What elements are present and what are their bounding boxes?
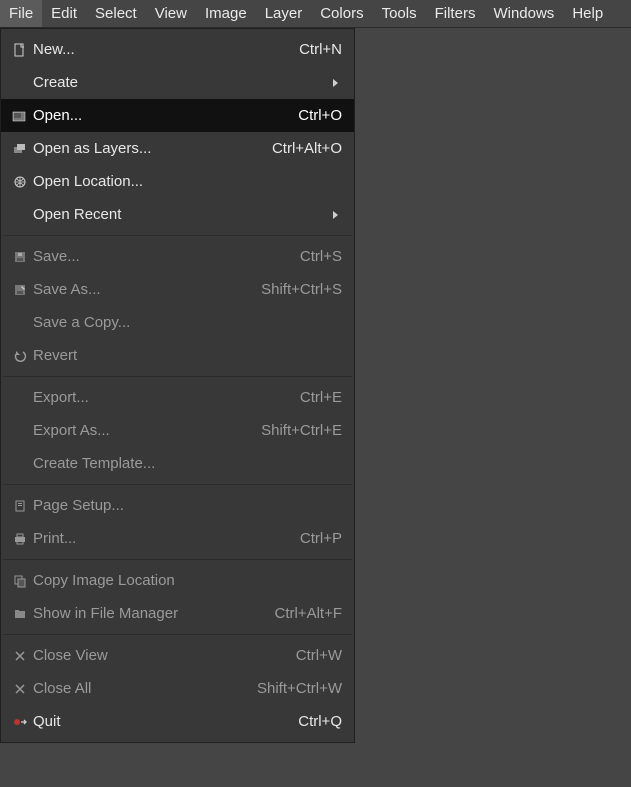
quit-icon (9, 715, 31, 729)
menubar-image[interactable]: Image (196, 0, 256, 27)
menubar-help[interactable]: Help (563, 0, 612, 27)
globe-icon (9, 175, 31, 189)
menu-separator (3, 235, 352, 236)
menu-item-label: Create Template... (31, 455, 342, 472)
copy-icon (9, 574, 31, 588)
menu-item-shortcut: Ctrl+N (299, 41, 342, 58)
close-icon (9, 650, 31, 662)
menu-item-create[interactable]: Create (1, 66, 354, 99)
menu-item-quit[interactable]: Quit Ctrl+Q (1, 705, 354, 738)
menu-item-export[interactable]: Export... Ctrl+E (1, 381, 354, 414)
submenu-arrow-icon (332, 78, 342, 88)
menu-item-shortcut: Ctrl+Alt+O (272, 140, 342, 157)
menu-item-label: Copy Image Location (31, 572, 342, 589)
menu-item-label: Show in File Manager (31, 605, 274, 622)
print-icon (9, 532, 31, 546)
menu-item-show-in-file-manager[interactable]: Show in File Manager Ctrl+Alt+F (1, 597, 354, 630)
menu-item-close-all[interactable]: Close All Shift+Ctrl+W (1, 672, 354, 705)
menu-item-label: Create (31, 74, 332, 91)
menu-item-page-setup[interactable]: Page Setup... (1, 489, 354, 522)
menu-item-label: Print... (31, 530, 300, 547)
menu-item-copy-image-location[interactable]: Copy Image Location (1, 564, 354, 597)
menu-item-label: Export... (31, 389, 300, 406)
menu-item-save-as[interactable]: Save As... Shift+Ctrl+S (1, 273, 354, 306)
menubar-colors[interactable]: Colors (311, 0, 372, 27)
menu-item-create-template[interactable]: Create Template... (1, 447, 354, 480)
menubar-windows[interactable]: Windows (484, 0, 563, 27)
page-setup-icon (9, 499, 31, 513)
menu-item-label: Save... (31, 248, 300, 265)
menu-item-shortcut: Shift+Ctrl+S (261, 281, 342, 298)
menu-item-open-recent[interactable]: Open Recent (1, 198, 354, 231)
menu-item-label: Open Location... (31, 173, 342, 190)
menu-item-shortcut: Ctrl+P (300, 530, 342, 547)
menubar-file[interactable]: File (0, 0, 42, 27)
revert-icon (9, 349, 31, 363)
menu-item-save[interactable]: Save... Ctrl+S (1, 240, 354, 273)
menu-item-open[interactable]: Open... Ctrl+O (1, 99, 354, 132)
menu-item-label: Save a Copy... (31, 314, 342, 331)
menubar-layer[interactable]: Layer (256, 0, 312, 27)
menu-item-label: Save As... (31, 281, 261, 298)
save-as-icon (9, 283, 31, 297)
menubar-view[interactable]: View (146, 0, 196, 27)
menu-item-label: Close All (31, 680, 257, 697)
menu-item-open-location[interactable]: Open Location... (1, 165, 354, 198)
menu-item-shortcut: Ctrl+W (296, 647, 342, 664)
menu-separator (3, 634, 352, 635)
menu-item-label: Open as Layers... (31, 140, 272, 157)
menubar: File Edit Select View Image Layer Colors… (0, 0, 631, 28)
menu-item-shortcut: Shift+Ctrl+E (261, 422, 342, 439)
menu-item-label: Open Recent (31, 206, 332, 223)
file-menu: New... Ctrl+N Create Open... Ctrl+O Open… (0, 28, 355, 743)
menu-item-shortcut: Ctrl+S (300, 248, 342, 265)
menu-item-print[interactable]: Print... Ctrl+P (1, 522, 354, 555)
menubar-edit[interactable]: Edit (42, 0, 86, 27)
menu-item-shortcut: Ctrl+O (298, 107, 342, 124)
menubar-tools[interactable]: Tools (373, 0, 426, 27)
menu-item-label: Quit (31, 713, 298, 730)
menu-item-shortcut: Ctrl+Alt+F (274, 605, 342, 622)
menu-item-export-as[interactable]: Export As... Shift+Ctrl+E (1, 414, 354, 447)
menu-item-label: Page Setup... (31, 497, 342, 514)
menu-item-open-as-layers[interactable]: Open as Layers... Ctrl+Alt+O (1, 132, 354, 165)
close-all-icon (9, 683, 31, 695)
menu-separator (3, 376, 352, 377)
menu-item-label: New... (31, 41, 299, 58)
new-file-icon (9, 43, 31, 57)
menu-item-label: Close View (31, 647, 296, 664)
menu-separator (3, 559, 352, 560)
menu-item-label: Export As... (31, 422, 261, 439)
menubar-select[interactable]: Select (86, 0, 146, 27)
menu-item-new[interactable]: New... Ctrl+N (1, 33, 354, 66)
menu-item-revert[interactable]: Revert (1, 339, 354, 372)
menu-item-label: Revert (31, 347, 342, 364)
file-manager-icon (9, 607, 31, 621)
menubar-filters[interactable]: Filters (426, 0, 485, 27)
menu-item-shortcut: Ctrl+E (300, 389, 342, 406)
layers-icon (9, 142, 31, 156)
open-file-icon (9, 109, 31, 123)
submenu-arrow-icon (332, 210, 342, 220)
menu-item-close-view[interactable]: Close View Ctrl+W (1, 639, 354, 672)
save-icon (9, 250, 31, 264)
menu-item-shortcut: Shift+Ctrl+W (257, 680, 342, 697)
menu-item-save-copy[interactable]: Save a Copy... (1, 306, 354, 339)
menu-item-label: Open... (31, 107, 298, 124)
menu-item-shortcut: Ctrl+Q (298, 713, 342, 730)
menu-separator (3, 484, 352, 485)
